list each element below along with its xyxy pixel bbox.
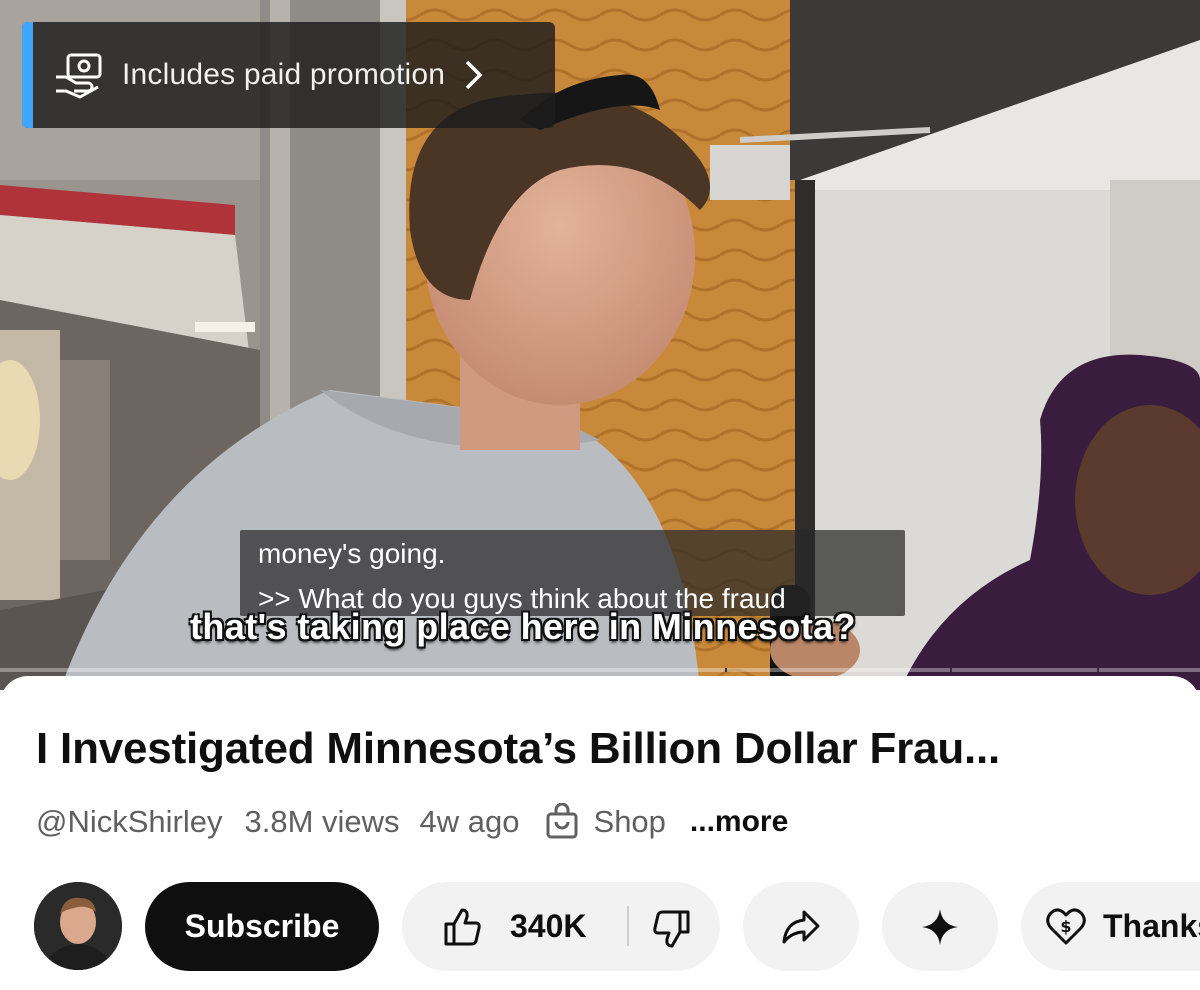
video-player[interactable]: Includes paid promotion money's going. >… <box>0 0 1200 690</box>
chapter-marker <box>1097 668 1099 672</box>
chapter-marker <box>725 668 727 672</box>
paid-promotion-banner[interactable]: Includes paid promotion <box>22 22 555 128</box>
subscribe-button[interactable]: Subscribe <box>145 882 379 971</box>
share-button[interactable] <box>743 882 859 971</box>
video-meta-row: @NickShirley 3.8M views 4w ago Shop ...m… <box>36 802 788 842</box>
shopping-bag-icon[interactable] <box>544 803 580 841</box>
promo-accent-bar <box>22 22 33 128</box>
share-icon <box>782 910 820 943</box>
ask-ai-button[interactable] <box>882 882 998 971</box>
chevron-right-icon <box>465 60 483 90</box>
thumbs-down-icon[interactable] <box>652 908 692 950</box>
like-divider <box>627 906 629 946</box>
video-title[interactable]: I Investigated Minnesota’s Billion Dolla… <box>36 724 1000 774</box>
channel-avatar[interactable] <box>34 882 122 970</box>
sparkle-icon <box>922 908 958 945</box>
super-thanks-icon: $ <box>1046 908 1086 945</box>
money-icon <box>56 53 102 99</box>
burned-in-caption: that's taking place here in Minnesota? <box>190 606 856 647</box>
more-link[interactable]: ...more <box>690 805 788 839</box>
super-thanks-button[interactable]: $ Thanks <box>1021 882 1200 971</box>
svg-text:$: $ <box>1060 917 1071 936</box>
avatar-image <box>34 882 122 970</box>
view-count: 3.8M views <box>244 804 400 839</box>
video-details-panel: I Investigated Minnesota’s Billion Dolla… <box>0 676 1200 990</box>
thanks-label: Thanks <box>1103 908 1200 944</box>
thumbs-up-icon[interactable] <box>442 906 482 948</box>
chapter-marker <box>950 668 952 672</box>
chapter-progress-bar[interactable] <box>0 668 1200 672</box>
shop-link[interactable]: Shop <box>594 804 666 840</box>
like-count[interactable]: 340K <box>510 908 587 945</box>
channel-handle[interactable]: @NickShirley <box>36 804 223 840</box>
caption-line-1: money's going. <box>258 538 446 569</box>
like-dislike-group: 340K <box>402 882 720 971</box>
promo-label: Includes paid promotion <box>122 58 446 91</box>
action-bar: Subscribe 340K $ Thank <box>0 882 1200 972</box>
upload-age: 4w ago <box>419 804 520 839</box>
